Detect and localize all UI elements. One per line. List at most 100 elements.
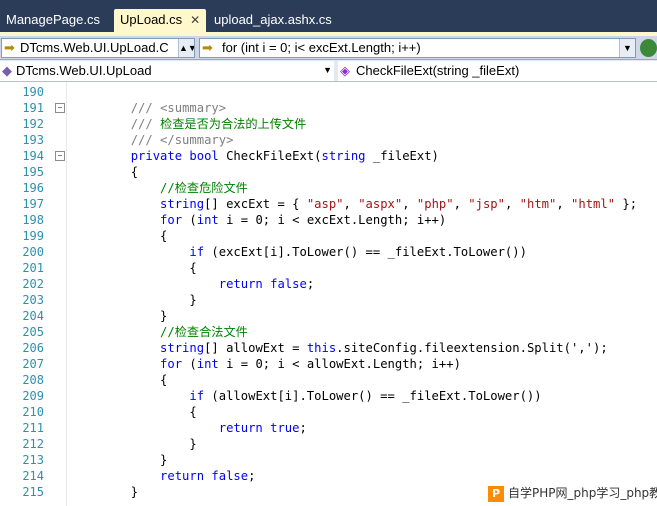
collapse-icon[interactable]: − <box>55 103 65 113</box>
code-token: i = 0; i < excExt.Length; i++) <box>218 213 447 227</box>
code-token: } <box>72 437 197 451</box>
watermark-logo: P <box>488 485 504 502</box>
line-number: 208 <box>22 373 44 387</box>
code-token: 检查是否为合法的上传文件 <box>160 117 307 131</box>
chevron-down-icon[interactable]: ▼ <box>323 61 332 80</box>
code-line[interactable]: //检查合法文件 <box>72 324 248 340</box>
code-token: ( <box>182 357 197 371</box>
tab-upload-ajax[interactable]: upload_ajax.ashx.cs <box>208 9 358 32</box>
code-line[interactable]: return false; <box>72 276 314 292</box>
code-token: return true <box>72 421 300 435</box>
code-line[interactable]: } <box>72 292 196 308</box>
code-line[interactable]: { <box>72 372 167 388</box>
code-token: this <box>306 341 337 355</box>
code-line[interactable]: { <box>72 260 196 276</box>
code-token: for <box>72 357 183 371</box>
tab-label: upload_ajax.ashx.cs <box>214 12 332 27</box>
class-combo[interactable]: ➡ DTcms.Web.UI.UpLoad.C ▲▼ <box>1 38 195 58</box>
type-navigator[interactable]: ◆ DTcms.Web.UI.UpLoad ▼ <box>0 61 334 81</box>
watermark: P 自学PHP网_php学习_php教 <box>484 482 657 504</box>
code-line[interactable]: return false; <box>72 468 255 484</box>
line-number: 214 <box>22 469 44 483</box>
code-token: (excExt[i].ToLower() == _fileExt.ToLower… <box>204 245 527 259</box>
code-line[interactable]: /// </summary> <box>72 132 234 148</box>
code-token: private bool <box>72 149 227 163</box>
code-line[interactable]: /// 检查是否为合法的上传文件 <box>72 116 307 132</box>
code-line[interactable]: } <box>72 484 138 500</box>
line-number: 210 <box>22 405 44 419</box>
line-number: 190 <box>22 85 44 99</box>
document-tab-bar: ManagePage.cs UpLoad.cs ✕ upload_ajax.ash… <box>0 0 657 32</box>
line-number: 215 <box>22 485 44 499</box>
code-token: ; <box>306 277 315 291</box>
code-line[interactable]: string[] allowExt = this.siteConfig.file… <box>72 340 608 356</box>
chevron-updown-icon[interactable]: ▲▼ <box>178 39 194 57</box>
code-line[interactable]: for (int i = 0; i < excExt.Length; i++) <box>72 212 446 228</box>
code-token: ; <box>248 469 256 483</box>
code-line[interactable]: string[] excExt = { "asp", "aspx", "php"… <box>72 196 637 212</box>
code-token: } <box>72 485 139 499</box>
code-token: } <box>72 453 168 467</box>
code-token: string <box>321 149 366 163</box>
code-line[interactable]: { <box>72 228 167 244</box>
code-token: , <box>453 197 469 211</box>
line-number: 205 <box>22 325 44 339</box>
code-line[interactable]: if (excExt[i].ToLower() == _fileExt.ToLo… <box>72 244 527 260</box>
code-line[interactable]: if (allowExt[i].ToLower() == _fileExt.To… <box>72 388 541 404</box>
code-line[interactable]: private bool CheckFileExt(string _fileEx… <box>72 148 439 164</box>
code-token: if <box>72 389 205 403</box>
line-number: 201 <box>22 261 44 275</box>
tab-label: ManagePage.cs <box>6 12 100 27</box>
line-number: 202 <box>22 277 44 291</box>
code-toolbar: ➡ DTcms.Web.UI.UpLoad.C ▲▼ ➡ for (int i … <box>0 36 657 60</box>
line-number: 207 <box>22 357 44 371</box>
code-token: , <box>504 197 520 211</box>
code-line[interactable]: /// <summary> <box>72 100 226 116</box>
watermark-text: 自学PHP网_php学习_php教 <box>508 486 657 500</box>
line-number: 212 <box>22 437 44 451</box>
code-token: { <box>72 405 197 419</box>
code-line[interactable]: //检查危险文件 <box>72 180 248 196</box>
chevron-down-icon[interactable]: ▼ <box>619 39 635 57</box>
line-number: 196 <box>22 181 44 195</box>
code-line[interactable]: { <box>72 164 138 180</box>
code-token: , <box>556 197 572 211</box>
code-token: ( <box>182 213 197 227</box>
code-token: <summary> <box>160 101 227 115</box>
code-token: "php" <box>416 197 454 211</box>
code-token: CheckFileExt( <box>226 149 322 163</box>
class-combo-value: DTcms.Web.UI.UpLoad.C <box>20 40 169 55</box>
code-line[interactable]: for (int i = 0; i < allowExt.Length; i++… <box>72 356 461 372</box>
code-editor[interactable]: 190 191 − /// <summary> 192 /// 检查是否为合法的上传文… <box>0 82 657 506</box>
close-icon[interactable]: ✕ <box>190 13 200 27</box>
code-token: "jsp" <box>468 197 505 211</box>
tab-upload[interactable]: UpLoad.cs ✕ <box>114 9 206 32</box>
code-token: [] excExt = { <box>204 197 307 211</box>
line-number: 195 <box>22 165 44 179</box>
tab-managepage[interactable]: ManagePage.cs <box>0 9 110 32</box>
arrow-right-icon: ➡ <box>202 40 213 55</box>
member-navigator[interactable]: ◈ CheckFileExt(string _fileExt) <box>338 61 657 81</box>
line-number: 200 <box>22 245 44 259</box>
line-number: 194 <box>22 149 44 163</box>
code-token: int <box>196 213 219 227</box>
code-line[interactable]: return true; <box>72 420 307 436</box>
code-line[interactable]: { <box>72 404 197 420</box>
code-token: _fileExt) <box>365 149 439 163</box>
code-line[interactable]: } <box>72 452 167 468</box>
line-number: 211 <box>22 421 44 435</box>
code-token: } <box>72 309 168 323</box>
line-number: 192 <box>22 117 44 131</box>
code-token: "htm" <box>519 197 557 211</box>
line-number: 206 <box>22 341 44 355</box>
code-line[interactable]: } <box>72 436 197 452</box>
collapse-icon[interactable]: − <box>55 151 65 161</box>
line-number: 213 <box>22 453 44 467</box>
member-combo[interactable]: ➡ for (int i = 0; i< excExt.Length; i++)… <box>199 38 636 58</box>
code-token: , <box>343 197 359 211</box>
refresh-icon[interactable] <box>640 39 657 57</box>
code-line[interactable]: } <box>72 308 167 324</box>
code-token: .siteConfig.fileextension.Split(','); <box>336 341 608 355</box>
type-navigator-value: DTcms.Web.UI.UpLoad <box>16 63 152 78</box>
code-token: { <box>72 373 168 387</box>
